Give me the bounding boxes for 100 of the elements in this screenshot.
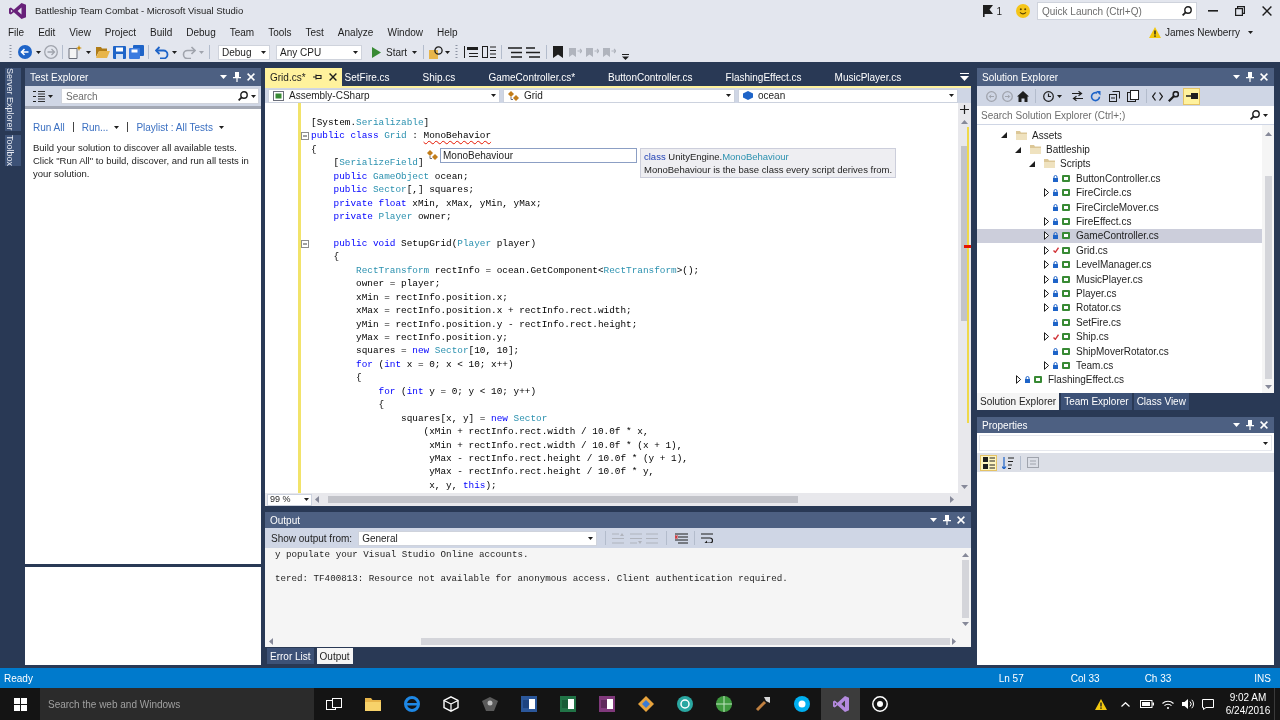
panel-tab[interactable]: Output	[316, 648, 353, 664]
preview-selected-items-button[interactable]	[1183, 87, 1200, 105]
toolbar-link[interactable]: Playlist : All Tests	[136, 119, 224, 135]
panel-menu-icon[interactable]	[1233, 423, 1240, 427]
panel-tab[interactable]: Class View	[1133, 393, 1189, 410]
platform-dropdown[interactable]: Any CPU	[276, 44, 362, 60]
navigation-dropdown[interactable]: Grid	[503, 88, 735, 103]
history-icon[interactable]	[1043, 90, 1054, 102]
caret-icon[interactable]	[1057, 94, 1062, 98]
new-project-icon[interactable]	[68, 45, 82, 59]
caret-icon[interactable]	[36, 50, 41, 54]
caret-icon[interactable]	[48, 94, 53, 98]
pin-icon[interactable]	[1246, 420, 1254, 430]
tree-item[interactable]: FireEffect.cs	[977, 214, 1262, 229]
panel-tab[interactable]: Team Explorer	[1061, 393, 1132, 410]
caret-icon[interactable]	[445, 50, 451, 54]
categorized-button[interactable]	[980, 454, 997, 471]
tree-item[interactable]: LevelManager.cs	[977, 257, 1262, 272]
editor-tab[interactable]: Ship.cs	[419, 68, 486, 86]
scroll-down-icon[interactable]	[961, 485, 968, 489]
tree-item[interactable]: FireCircleMover.cs	[977, 199, 1262, 215]
quick-launch-field[interactable]: Quick Launch (Ctrl+Q)	[1037, 2, 1197, 20]
scroll-up-icon[interactable]	[961, 553, 969, 557]
undo-icon[interactable]	[155, 45, 169, 59]
scroll-up-icon[interactable]	[961, 120, 968, 124]
collapse-icon[interactable]	[301, 239, 309, 248]
tree-item[interactable]: Battleship	[977, 142, 1262, 157]
panel-menu-icon[interactable]	[1233, 75, 1240, 79]
menu-item[interactable]: Analyze	[330, 22, 381, 42]
expanded-arrow-icon[interactable]	[1015, 146, 1021, 153]
notification-icon[interactable]	[1202, 698, 1214, 710]
clear-all-icon[interactable]	[675, 532, 689, 544]
configuration-dropdown[interactable]: Debug	[218, 44, 270, 60]
editor-tab[interactable]: FlashingEffect.cs	[722, 68, 832, 86]
navigate-back-icon[interactable]	[18, 45, 32, 59]
scrollbar-thumb[interactable]	[328, 496, 798, 503]
pin-icon[interactable]	[1246, 72, 1254, 82]
search-icon[interactable]	[238, 91, 248, 101]
scroll-down-icon[interactable]	[961, 622, 969, 626]
notifications-button[interactable]: 1	[981, 2, 1004, 20]
wrench-icon[interactable]	[1168, 90, 1179, 102]
collapse-all-icon[interactable]	[1109, 90, 1120, 102]
search-icon[interactable]	[1250, 110, 1260, 120]
expanded-arrow-icon[interactable]	[1001, 132, 1007, 139]
open-folder-icon[interactable]	[96, 46, 110, 58]
menu-item[interactable]: Window	[380, 22, 430, 42]
menu-item[interactable]: View	[62, 22, 98, 42]
tree-item[interactable]: FireCircle.cs	[977, 185, 1262, 200]
collapsed-arrow-icon[interactable]	[1043, 289, 1049, 298]
collapsed-arrow-icon[interactable]	[1043, 231, 1049, 241]
collapsed-arrow-icon[interactable]	[1043, 245, 1049, 255]
collapsed-arrow-icon[interactable]	[1043, 303, 1049, 313]
editor-tab[interactable]: ButtonController.cs	[605, 68, 723, 86]
save-all-icon[interactable]	[129, 45, 144, 59]
panel-menu-icon[interactable]	[930, 518, 937, 522]
tree-item[interactable]: Player.cs	[977, 286, 1262, 301]
find-icon[interactable]	[429, 45, 444, 59]
completion-item[interactable]: MonoBehaviour	[440, 147, 637, 163]
collapsed-arrow-icon[interactable]	[1043, 274, 1049, 284]
side-tab[interactable]: Server Explorer	[4, 68, 21, 131]
editor-tab[interactable]: Grid.cs*	[265, 68, 342, 86]
taskbar-search-field[interactable]: Search the web and Windows	[40, 688, 314, 720]
collapse-icon[interactable]	[301, 132, 309, 141]
sync-icon[interactable]	[1072, 91, 1083, 101]
collapsed-arrow-icon[interactable]	[1043, 217, 1049, 227]
outline-icon[interactable]	[464, 46, 479, 58]
panel-tab[interactable]: Solution Explorer	[977, 393, 1060, 410]
smiley-icon[interactable]	[1016, 4, 1030, 18]
toolbar-link[interactable]: Run...	[81, 119, 120, 135]
caret-icon[interactable]	[86, 50, 91, 54]
tree-item[interactable]: GameController.cs	[977, 228, 1262, 244]
menu-item[interactable]: Project	[97, 22, 143, 42]
start-button[interactable]: Start	[370, 44, 420, 60]
warning-icon[interactable]	[1095, 698, 1107, 710]
columns-icon[interactable]	[482, 46, 497, 58]
group-by-icon[interactable]	[33, 90, 45, 102]
collapsed-arrow-icon[interactable]	[1043, 332, 1049, 342]
scroll-right-icon[interactable]	[952, 638, 956, 645]
menu-item[interactable]: Team	[222, 22, 262, 42]
pin-icon[interactable]	[312, 74, 322, 80]
scroll-left-icon[interactable]	[315, 496, 319, 503]
menu-item[interactable]: Build	[143, 22, 180, 42]
search-icon[interactable]	[1182, 6, 1192, 16]
tree-item[interactable]: ShipMoverRotator.cs	[977, 343, 1262, 359]
search-field[interactable]: Search	[61, 88, 259, 104]
overflow-icon[interactable]	[622, 54, 630, 60]
collapsed-arrow-icon[interactable]	[1043, 188, 1049, 198]
alphabetical-button[interactable]	[999, 454, 1016, 471]
menu-item[interactable]: Edit	[31, 22, 63, 42]
collapsed-arrow-icon[interactable]	[1015, 375, 1021, 385]
pin-icon[interactable]	[943, 515, 951, 525]
tree-item[interactable]: SetFire.cs	[977, 315, 1262, 330]
scroll-down-icon[interactable]	[1264, 385, 1272, 389]
tree-item[interactable]: MusicPlayer.cs	[977, 271, 1262, 287]
menu-item[interactable]: Debug	[179, 22, 223, 42]
account-button[interactable]: James Newberry	[1148, 23, 1253, 41]
scrollbar-thumb[interactable]	[961, 560, 969, 618]
vertical-scrollbar[interactable]	[1262, 125, 1274, 393]
tree-item[interactable]: Assets	[977, 128, 1262, 143]
tree-item[interactable]: ButtonController.cs	[977, 171, 1262, 186]
